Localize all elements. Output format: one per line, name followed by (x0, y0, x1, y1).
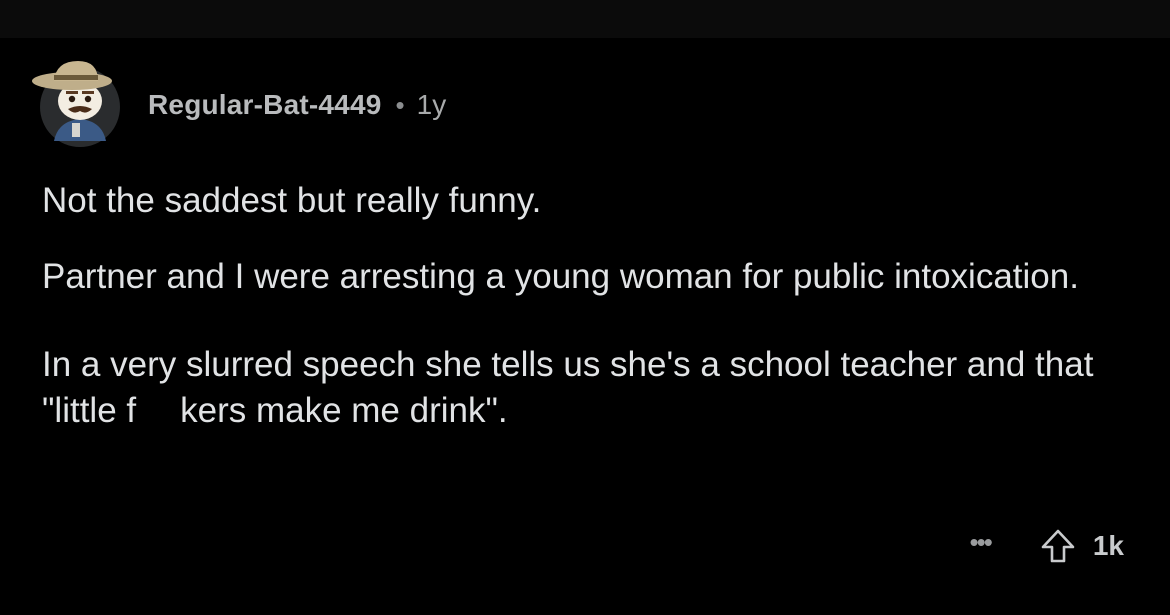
avatar[interactable] (28, 53, 124, 149)
top-strip (0, 0, 1170, 38)
comment-age: 1y (416, 89, 447, 120)
comment-paragraph: In a very slurred speech she tells us sh… (42, 342, 1122, 434)
comment-card: Regular-Bat-4449 • 1y Not the saddest bu… (0, 38, 1170, 615)
username-link[interactable]: Regular-Bat-4449 (148, 89, 382, 121)
comment-actions: ••• 1k (970, 524, 1124, 568)
cowboy-avatar-icon (28, 53, 124, 149)
more-options-icon[interactable]: ••• (970, 529, 993, 555)
vote-score: 1k (1092, 530, 1124, 561)
comment-paragraph-text: kers make me drink". (180, 391, 508, 430)
comment-paragraph: Not the saddest but really funny. (42, 181, 542, 220)
comment-meta: Regular-Bat-4449 • 1y (148, 89, 446, 121)
upvote-arrow-icon[interactable] (1039, 527, 1077, 565)
comment-body: Not the saddest but really funny. Partne… (42, 178, 1122, 434)
comment-paragraph: Partner and I were arresting a young wom… (42, 257, 1079, 296)
comment-header: Regular-Bat-4449 • 1y (28, 46, 446, 156)
meta-separator: • (395, 89, 405, 120)
